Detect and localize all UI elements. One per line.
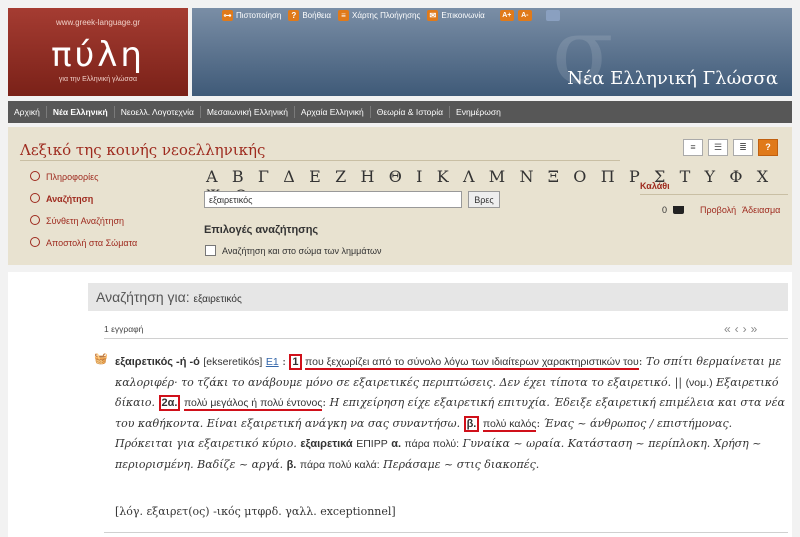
usage-label: (νομ.) — [685, 376, 713, 389]
results-header: Αναζήτηση για: εξαιρετικός — [88, 283, 788, 311]
search-body-checkbox[interactable] — [205, 245, 216, 256]
results-area: Αναζήτηση για: εξαιρετικός 1 εγγραφή «‹›… — [8, 272, 792, 537]
bullet-icon — [30, 193, 40, 203]
logo-tagline: για την Ελληνική γλώσσα — [58, 76, 138, 83]
nav-literature[interactable]: Νεοελλ. Λογοτεχνία — [115, 106, 201, 118]
dictionary-entry: εξαιρετικός -ή -ό [ekseretikós] Ε1 : 1 π… — [115, 354, 785, 471]
dictionary-sidebar: Πληροφορίες Αναζήτηση Σύνθετη Αναζήτηση … — [30, 171, 137, 259]
search-button[interactable]: Βρες — [468, 191, 500, 208]
results-query: εξαιρετικός — [193, 294, 242, 305]
english-flag-icon[interactable] — [545, 9, 560, 21]
adverb-definition-b: πάρα πολύ καλά: — [299, 458, 380, 471]
pager[interactable]: «‹›» — [724, 322, 761, 336]
bullet-icon — [30, 171, 40, 181]
help-icon: ? — [288, 9, 300, 21]
cart-title: Καλάθι — [640, 181, 670, 191]
dictionary-panel: Λεξικό της κοινής νεοελληνικής ≡ ☰ ≣ ? Π… — [8, 127, 792, 265]
adverb-pos: ΕΠΙΡΡ — [356, 438, 388, 450]
font-decrease-button[interactable]: A- — [517, 9, 532, 21]
basket-icon — [673, 206, 685, 214]
toplink-help[interactable]: ? Βοήθεια — [288, 9, 331, 21]
nav-modern-greek[interactable]: Νέα Ελληνική — [47, 106, 115, 118]
toplink-certification[interactable]: ⊶ Πιστοποίηση — [222, 9, 281, 21]
definition-1: που ξεχωρίζει από το σύνολο λόγω των ιδι… — [305, 356, 639, 370]
adverb-headword: εξαιρετικά — [300, 438, 353, 450]
nav-news[interactable]: Ενημέρωση — [450, 106, 507, 118]
add-to-cart-icon[interactable]: 🧺 — [94, 352, 108, 365]
main-nav: Αρχική Νέα Ελληνική Νεοελλ. Λογοτεχνία Μ… — [8, 101, 792, 123]
view-list-icon[interactable]: ≡ — [683, 139, 703, 156]
sense-number-2b: β. — [463, 415, 480, 432]
cart-divider — [640, 194, 788, 195]
cart-view-link[interactable]: Προβολή — [700, 205, 736, 215]
search-input[interactable]: εξαιρετικός — [204, 191, 462, 208]
logo-name: πύλη — [51, 35, 145, 75]
site-logo[interactable]: www.greek-language.gr πύλη για την Ελλην… — [8, 8, 188, 96]
sense-number-1: 1 — [289, 354, 302, 370]
results-count: 1 εγγραφή — [104, 324, 144, 334]
toplink-sitemap[interactable]: ≡ Χάρτης Πλοήγησης — [338, 9, 420, 21]
site-url: www.greek-language.gr — [55, 18, 141, 27]
section-title: Νέα Ελληνική Γλώσσα — [567, 68, 778, 89]
title-divider — [20, 160, 620, 161]
cart-count: 0 — [662, 205, 668, 215]
mail-icon: ✉ — [427, 9, 439, 21]
headword: εξαιρετικός -ή -ό — [115, 356, 200, 368]
nav-ancient[interactable]: Αρχαία Ελληνική — [295, 106, 371, 118]
sitemap-icon: ≡ — [338, 9, 349, 21]
definition-2a: πολύ μεγάλος ή πολύ έντονος — [183, 397, 323, 411]
sidebar-item-send[interactable]: Αποστολή στα Σώματα — [30, 237, 137, 259]
sidebar-item-advanced-search[interactable]: Σύνθετη Αναζήτηση — [30, 215, 137, 237]
search-options-title: Επιλογές αναζήτησης — [204, 224, 319, 236]
view-compact-icon[interactable]: ☰ — [708, 139, 728, 156]
cart-empty-link[interactable]: Άδειασμα — [742, 205, 780, 215]
view-detail-icon[interactable]: ≣ — [733, 139, 753, 156]
search-body-option[interactable]: Αναζήτηση και στο σώμα των λημμάτων — [205, 245, 382, 256]
nav-theory[interactable]: Θεωρία & Ιστορία — [371, 106, 451, 118]
pronunciation: [ekseretikós] — [203, 356, 263, 368]
cart-row: 0 Προβολή Άδειασμα — [662, 205, 780, 215]
top-links: ⊶ Πιστοποίηση ? Βοήθεια ≡ Χάρτης Πλοήγησης … — [222, 8, 560, 22]
nav-medieval[interactable]: Μεσαιωνική Ελληνική — [201, 106, 295, 118]
definition-2b: πολύ καλός — [482, 417, 537, 432]
inflection-code-link[interactable]: Ε1 — [266, 356, 279, 368]
toplink-contact[interactable]: ✉ Επικοινωνία — [427, 9, 485, 21]
certificate-icon: ⊶ — [222, 9, 233, 21]
results-bottom-divider — [104, 532, 788, 533]
adverb-definition-a: πάρα πολύ: — [404, 438, 460, 450]
dictionary-title: Λεξικό της κοινής νεοελληνικής — [20, 141, 266, 159]
adverb-example-b: Περάσαμε ~ στις διακοπές. — [383, 457, 540, 471]
sidebar-item-search[interactable]: Αναζήτηση — [30, 193, 137, 215]
results-label: Αναζήτηση για: — [96, 289, 190, 305]
view-tools: ≡ ☰ ≣ ? — [683, 139, 778, 156]
sense-number-2a: 2α. — [158, 395, 181, 411]
bullet-icon — [30, 237, 40, 247]
sidebar-item-info[interactable]: Πληροφορίες — [30, 171, 137, 193]
etymology: [λόγ. εξαιρετ(ος) -ικός μτφρδ. γαλλ. exc… — [115, 505, 396, 518]
font-increase-button[interactable]: A+ — [499, 9, 514, 21]
results-divider — [104, 338, 788, 339]
nav-home[interactable]: Αρχική — [8, 106, 47, 118]
bullet-icon — [30, 215, 40, 225]
help-icon[interactable]: ? — [758, 139, 778, 156]
